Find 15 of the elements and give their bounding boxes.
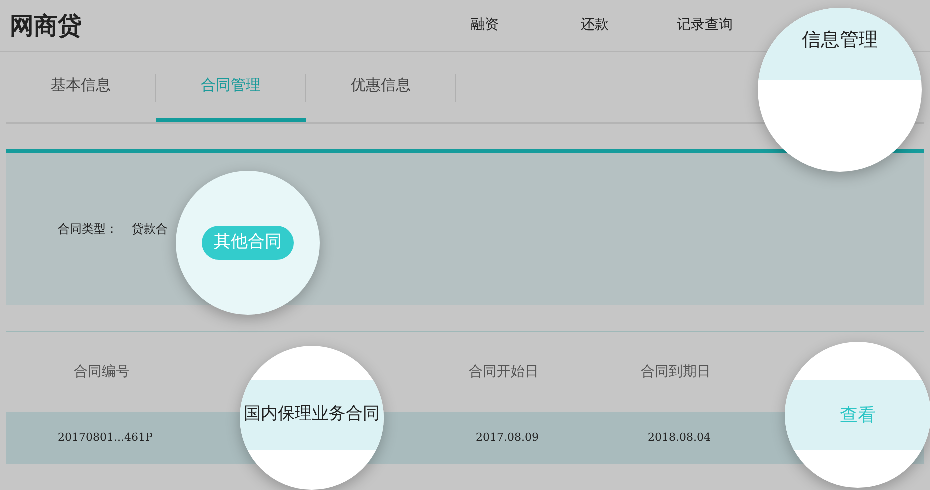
table-cell-text: 2017.08.09 [476,430,540,446]
filter-label: 合同类型： [58,221,118,238]
logo: 网商贷 [10,10,83,42]
nav-item[interactable]: 融资 [430,15,540,36]
tab[interactable]: 优惠信息 [306,52,456,122]
tab[interactable]: 基本信息 [6,52,156,122]
column-header: 合同到期日 [641,362,711,382]
column-header: 合同开始日 [469,362,540,382]
filter-option[interactable]: 贷款合 [132,220,168,238]
nav-item[interactable]: 信息管理 [802,26,878,54]
table-cell-text: 2018.08.04 [648,430,711,446]
column-header: 合同编号 [74,362,131,382]
nav-item[interactable]: 还款 [540,15,650,36]
nav-item[interactable]: 记录查询 [650,15,760,36]
table-cell-text: 20170801...461P [58,430,154,446]
